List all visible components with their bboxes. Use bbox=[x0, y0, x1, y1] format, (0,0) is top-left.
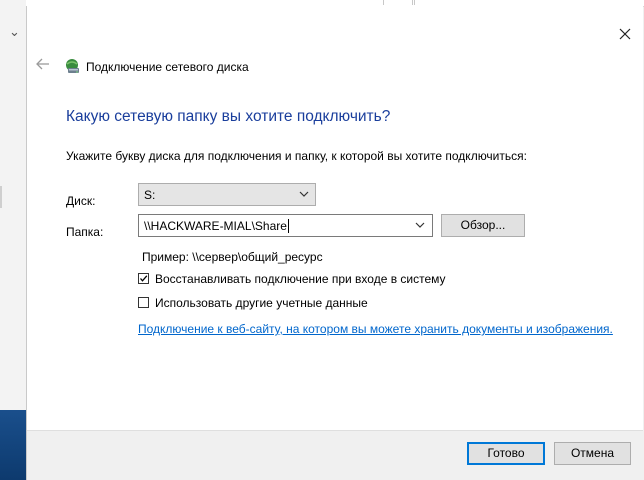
folder-input[interactable]: \\HACKWARE-MIAL\Share bbox=[138, 214, 433, 237]
drive-select[interactable]: S: bbox=[138, 183, 316, 206]
background-frame bbox=[414, 0, 643, 5]
drive-label: Диск: bbox=[66, 194, 96, 208]
drive-select-value: S: bbox=[144, 188, 156, 202]
network-drive-icon bbox=[66, 59, 79, 73]
instruction-text: Укажите букву диска для подключения и па… bbox=[66, 149, 527, 163]
background-frame bbox=[383, 0, 413, 5]
example-text: Пример: \\сервер\общий_ресурс bbox=[142, 250, 323, 264]
folder-label: Папка: bbox=[66, 225, 104, 239]
page-heading: Какую сетевую папку вы хотите подключить… bbox=[66, 108, 391, 125]
dialog-title: Подключение сетевого диска bbox=[86, 60, 249, 74]
background-window-left: ⌄ bbox=[0, 0, 26, 480]
checkmark-icon bbox=[140, 275, 148, 282]
cancel-button[interactable]: Отмена bbox=[554, 442, 631, 465]
done-button[interactable]: Готово bbox=[467, 442, 545, 465]
chevron-down-icon: ⌄ bbox=[9, 24, 20, 39]
folder-input-value: \\HACKWARE-MIAL\Share bbox=[144, 219, 287, 233]
close-icon[interactable] bbox=[615, 24, 635, 44]
background-divider bbox=[0, 186, 2, 208]
chevron-down-icon[interactable] bbox=[415, 222, 425, 229]
other-credentials-checkbox[interactable] bbox=[138, 297, 149, 308]
browse-button[interactable]: Обзор... bbox=[441, 214, 525, 237]
map-network-drive-dialog: Подключение сетевого диска Какую сетевую… bbox=[26, 6, 643, 480]
reconnect-checkbox[interactable] bbox=[138, 273, 149, 284]
other-credentials-label[interactable]: Использовать другие учетные данные bbox=[155, 296, 368, 310]
desktop-background bbox=[0, 410, 26, 480]
dialog-footer bbox=[27, 430, 643, 480]
website-link[interactable]: Подключение к веб-сайту, на котором вы м… bbox=[138, 322, 613, 336]
back-arrow-icon[interactable] bbox=[35, 58, 51, 70]
reconnect-label[interactable]: Восстанавливать подключение при входе в … bbox=[155, 272, 446, 286]
text-caret bbox=[287, 219, 289, 233]
chevron-down-icon bbox=[299, 191, 309, 197]
